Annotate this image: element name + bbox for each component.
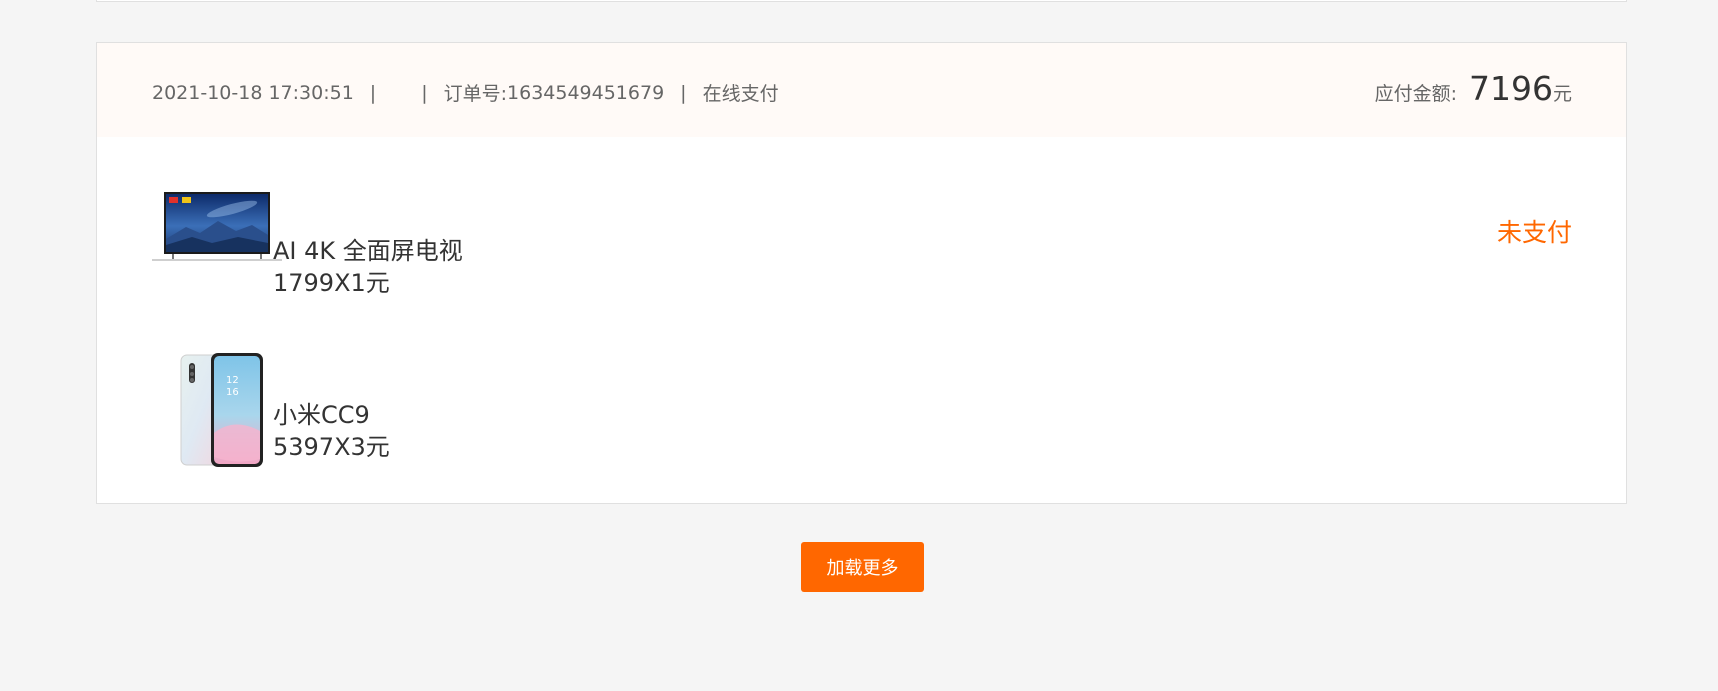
- meta-separator: |: [680, 81, 687, 104]
- tv-product-image[interactable]: [152, 191, 282, 263]
- order-number-label: 订单号:: [443, 83, 508, 105]
- order-meta: 2021-10-18 17:30:51 | | 订单号: 16345494516…: [152, 79, 779, 106]
- product-name[interactable]: 小米CC9: [273, 395, 370, 430]
- svg-text:12: 12: [226, 375, 239, 386]
- order-number: 1634549451679: [507, 81, 665, 104]
- order-amount: 应付金额: 7196 元: [1375, 69, 1572, 108]
- product-price: 5397X3元: [273, 433, 390, 461]
- payment-method: 在线支付: [702, 83, 779, 105]
- svg-text:16: 16: [226, 387, 239, 398]
- meta-separator: |: [369, 81, 377, 104]
- previous-order-card: [96, 0, 1627, 2]
- product-name[interactable]: AI 4K 全面屏电视: [273, 231, 463, 266]
- product-price: 1799X1元: [273, 269, 390, 297]
- amount-label: 应付金额:: [1374, 83, 1457, 105]
- order-card: 2021-10-18 17:30:51 | | 订单号: 16345494516…: [96, 42, 1627, 504]
- order-status: 未支付: [1496, 218, 1572, 247]
- order-header: 2021-10-18 17:30:51 | | 订单号: 16345494516…: [97, 43, 1626, 137]
- amount-unit: 元: [1552, 83, 1572, 105]
- phone-product-image[interactable]: 12 16: [179, 353, 265, 467]
- order-datetime: 2021-10-18 17:30:51: [152, 81, 354, 104]
- load-more-button[interactable]: 加载更多: [801, 542, 924, 592]
- amount-value: 7196: [1469, 69, 1553, 108]
- meta-separator: |: [421, 81, 428, 104]
